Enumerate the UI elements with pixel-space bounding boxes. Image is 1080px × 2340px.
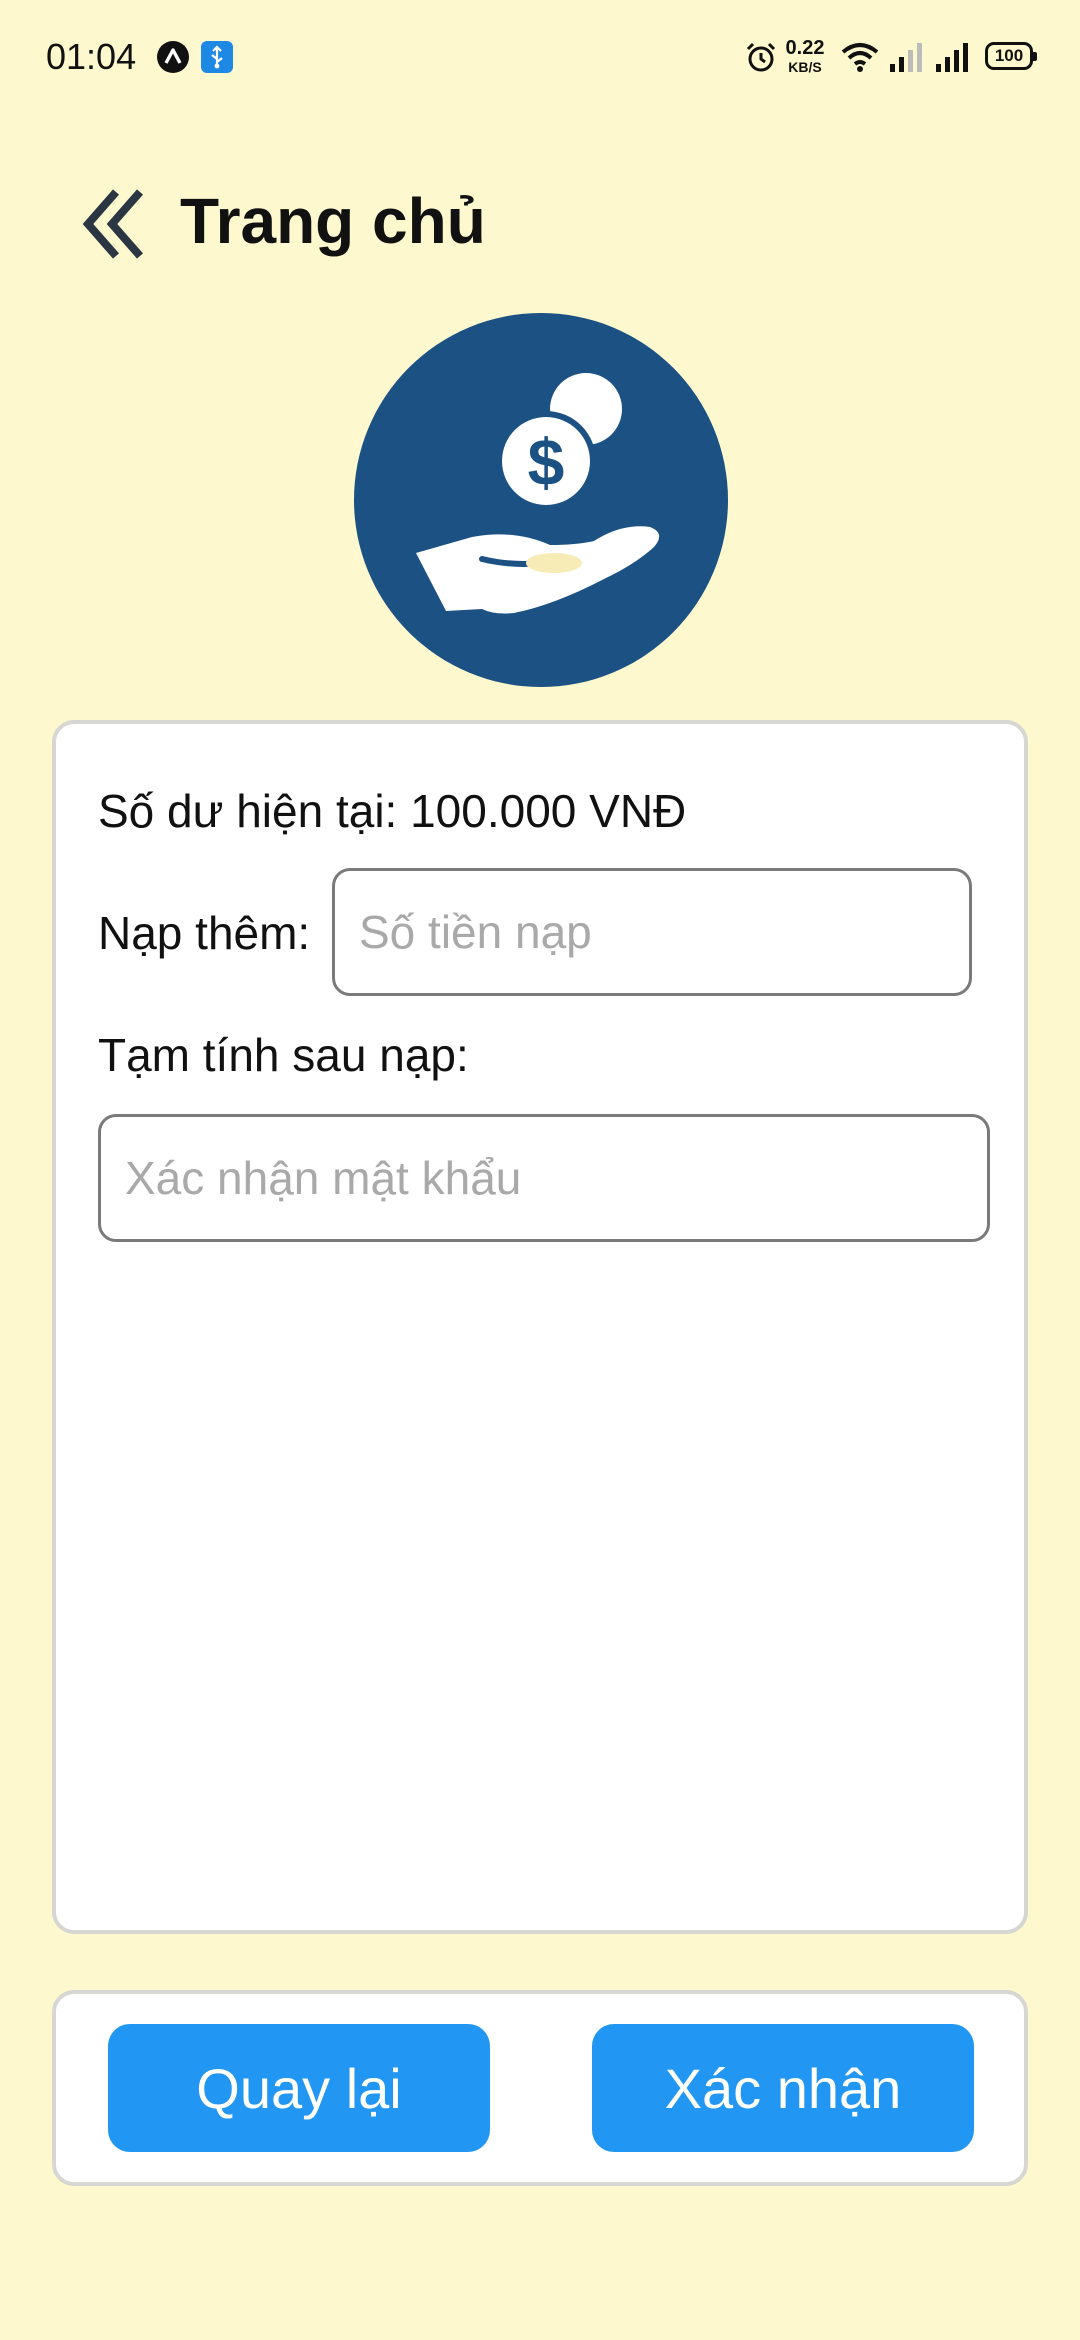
page-title: Trang chủ: [180, 185, 486, 257]
status-time: 01:04: [46, 36, 137, 77]
confirm-button[interactable]: Xác nhận: [592, 2024, 974, 2152]
svg-text:$: $: [528, 425, 565, 499]
double-chevron-left-icon[interactable]: [82, 188, 148, 260]
topup-form-card: Số dư hiện tại: 100.000 VNĐ Nạp thêm: Tạ…: [52, 720, 1028, 1934]
topup-label: Nạp thêm:: [98, 907, 311, 959]
topup-screen: 01:04 0.22 KB/S 100 Trang chủ $ Số dư hi…: [0, 0, 1080, 2340]
status-bar: 01:04 0.22 KB/S 100: [0, 0, 1080, 116]
network-speed-unit: KB/S: [788, 59, 822, 75]
network-speed: 0.22 KB/S: [782, 38, 828, 74]
a-icon: [157, 41, 189, 73]
current-balance-text: Số dư hiện tại: 100.000 VNĐ: [98, 785, 687, 837]
estimate-label: Tạm tính sau nạp:: [98, 1029, 469, 1081]
wifi-icon: [841, 43, 879, 72]
back-button[interactable]: Quay lại: [108, 2024, 490, 2152]
estimate-input[interactable]: [98, 1114, 990, 1242]
network-speed-value: 0.22: [785, 37, 825, 59]
alarm-icon: [746, 42, 776, 72]
action-bar: Quay lại Xác nhận: [52, 1990, 1028, 2186]
hand-coin-dollar-icon: $: [354, 313, 728, 687]
usb-icon: [201, 41, 233, 73]
battery-icon: 100: [985, 42, 1037, 70]
signal-icon: [936, 43, 968, 72]
signal-icon: [890, 43, 922, 72]
topup-amount-input[interactable]: [332, 868, 972, 996]
